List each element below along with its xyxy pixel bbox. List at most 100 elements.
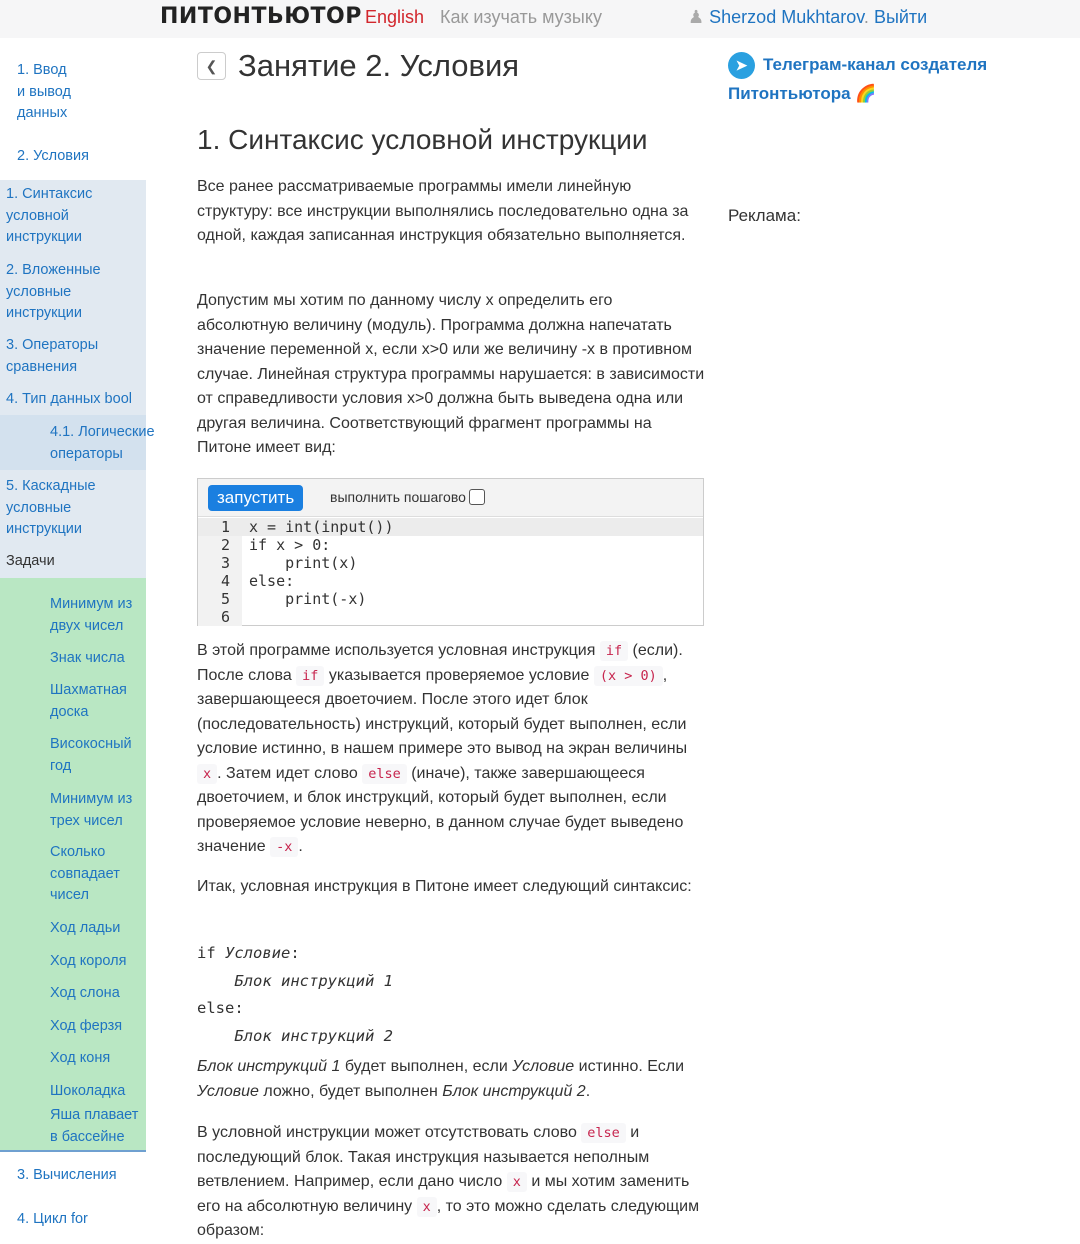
task-link[interactable]: Минимум из двух чисел xyxy=(50,594,142,637)
inline-code: else xyxy=(362,763,407,784)
paragraph: Допустим мы хотим по данному числу x опр… xyxy=(197,289,705,461)
text-segment: Допустим мы хотим по данному числу x опр… xyxy=(197,292,705,456)
text-segment: . Затем идет слово xyxy=(217,764,363,782)
text-segment: . xyxy=(585,1082,591,1100)
text-segment: В этой программе используется условная и… xyxy=(197,642,600,659)
editor-toolbar: запустить выполнить пошагово xyxy=(198,479,703,517)
task-link[interactable]: Минимум из трех чисел xyxy=(50,789,142,832)
rainbow-icon: 🌈 xyxy=(855,84,877,104)
separator: . xyxy=(863,7,869,27)
paragraph: В условной инструкции может отсутствоват… xyxy=(197,1121,705,1244)
block2-text: Блок инструкций 2 xyxy=(234,1026,393,1045)
task-link[interactable]: Шахматная доска xyxy=(50,680,142,723)
text-segment: ложно, будет выполнен xyxy=(258,1082,443,1100)
else-keyword: else: xyxy=(197,999,244,1017)
page-title: Занятие 2. Условия xyxy=(238,48,520,83)
telegram-link[interactable]: ➤ Телеграм-канал создателя Питонтьютора 🌈 xyxy=(728,50,1008,108)
sidebar-section-1[interactable]: 1. Синтаксис условной инструкции xyxy=(6,184,116,249)
step-label: выполнить пошагово xyxy=(330,489,466,505)
inline-code: x xyxy=(197,763,218,784)
task-link[interactable]: Яша плавает в бассейне xyxy=(50,1105,142,1148)
telegram-icon: ➤ xyxy=(728,52,755,80)
inline-code: (x > 0) xyxy=(593,665,663,686)
paragraph: Все ранее рассматриваемые программы имел… xyxy=(197,175,705,249)
tasks-heading: Задачи xyxy=(6,553,55,569)
text-segment: Итак, условная инструкция в Питоне имеет… xyxy=(197,878,692,895)
sidebar-lesson-3[interactable]: 3. Вычисления xyxy=(17,1165,117,1187)
condition-text: Условие xyxy=(225,944,291,962)
code-line[interactable]: 5 print(-x) xyxy=(198,590,703,608)
sidebar-section-5[interactable]: 5. Каскадные условные инструкции xyxy=(6,476,116,541)
code-text: x = int(input()) xyxy=(249,518,394,536)
italic-text: Блок инструкций 2 xyxy=(442,1082,586,1100)
english-link[interactable]: English xyxy=(365,7,424,28)
inline-code: -x xyxy=(270,837,299,857)
line-number: 5 xyxy=(220,590,230,608)
line-number: 2 xyxy=(220,536,230,554)
user-icon: ♟ xyxy=(688,7,705,27)
site-logo[interactable]: ПИТОНТЬЮТОР xyxy=(160,4,362,29)
task-link[interactable]: Шоколадка xyxy=(50,1081,142,1103)
sidebar-section-4[interactable]: 4. Тип данных bool xyxy=(6,389,132,411)
code-line[interactable]: 2 if x > 0: xyxy=(198,536,703,554)
logout-link[interactable]: Выйти xyxy=(874,7,927,27)
text-segment: Все ранее рассматриваемые программы имел… xyxy=(197,178,689,244)
code-text: else: xyxy=(249,572,295,590)
text-segment: В условной инструкции может отсутствоват… xyxy=(197,1124,582,1141)
if-keyword: if xyxy=(197,944,225,962)
text-segment: истинно. Если xyxy=(574,1058,685,1075)
italic-text: Блок инструкций 1 xyxy=(197,1058,341,1075)
user-block: ♟ Sherzod Mukhtarov. Выйти xyxy=(688,7,927,28)
code-text: print(-x) xyxy=(249,590,367,608)
top-navbar: ПИТОНТЬЮТОР English Как изучать музыку ♟… xyxy=(0,0,1080,38)
section-title: 1. Синтаксис условной инструкции xyxy=(197,124,648,155)
italic-text: Условие xyxy=(512,1058,575,1075)
task-link[interactable]: Ход коня xyxy=(50,1048,142,1070)
colon: : xyxy=(290,944,300,962)
step-checkbox[interactable] xyxy=(468,489,485,505)
inline-code: x xyxy=(506,1172,527,1192)
inline-code: if xyxy=(599,641,629,661)
inline-code: else xyxy=(581,1123,626,1143)
step-mode-toggle[interactable]: выполнить пошагово xyxy=(330,489,485,505)
task-link[interactable]: Ход ферзя xyxy=(50,1016,142,1038)
task-link[interactable]: Ход короля xyxy=(50,951,142,973)
task-link[interactable]: Знак числа xyxy=(50,648,142,670)
inline-code: x xyxy=(416,1196,437,1217)
sidebar-lesson-4[interactable]: 4. Цикл for xyxy=(17,1209,88,1231)
inline-code: if xyxy=(296,665,325,686)
paragraph: Итак, условная инструкция в Питоне имеет… xyxy=(197,875,705,900)
back-button[interactable]: ❮ xyxy=(197,52,226,80)
sidebar-lesson-1[interactable]: 1. Ввод и вывод данных xyxy=(17,60,97,125)
paragraph: Блок инструкций 1 будет выполнен, если У… xyxy=(197,1055,705,1104)
username-link[interactable]: Sherzod Mukhtarov xyxy=(709,7,864,27)
code-line[interactable]: 3 print(x) xyxy=(198,554,703,572)
paragraph: В этой программе используется условная и… xyxy=(197,639,705,860)
code-line[interactable]: 4 else: xyxy=(198,572,703,590)
sidebar-section-2[interactable]: 2. Вложенные условные инструкции xyxy=(6,260,116,325)
line-number: 1 xyxy=(220,518,230,536)
sidebar-section-4-1[interactable]: 4.1. Логические операторы xyxy=(50,422,165,465)
chevron-left-icon: ❮ xyxy=(205,58,218,74)
text-segment: . xyxy=(298,838,303,855)
code-editor: запустить выполнить пошагово 1 x = int(in… xyxy=(197,478,704,626)
right-column: ➤ Телеграм-канал создателя Питонтьютора 🌈… xyxy=(728,50,1008,225)
task-link[interactable]: Високосный год xyxy=(50,734,142,777)
italic-text: Условие xyxy=(197,1082,259,1100)
block1-text: Блок инструкций 1 xyxy=(234,971,393,990)
line-number: 6 xyxy=(220,608,230,626)
text-segment: указывается проверяемое условие xyxy=(324,666,594,684)
sidebar-lesson-2[interactable]: 2. Условия xyxy=(17,146,89,168)
task-link[interactable]: Ход слона xyxy=(50,983,142,1005)
task-link[interactable]: Сколько совпадает чисел xyxy=(50,842,142,907)
code-text: print(x) xyxy=(249,554,358,572)
task-link[interactable]: Ход ладьи xyxy=(50,918,142,940)
syntax-example: if Условие: Блок инструкций 1 else: Блок… xyxy=(197,940,393,1050)
code-line[interactable]: 6 xyxy=(198,608,703,626)
music-link[interactable]: Как изучать музыку xyxy=(440,7,602,28)
code-text: if x > 0: xyxy=(249,536,331,554)
run-button[interactable]: запустить xyxy=(208,485,304,511)
sidebar-section-3[interactable]: 3. Операторы сравнения xyxy=(6,335,116,378)
line-number: 3 xyxy=(220,554,230,572)
code-line[interactable]: 1 x = int(input()) xyxy=(198,518,703,536)
